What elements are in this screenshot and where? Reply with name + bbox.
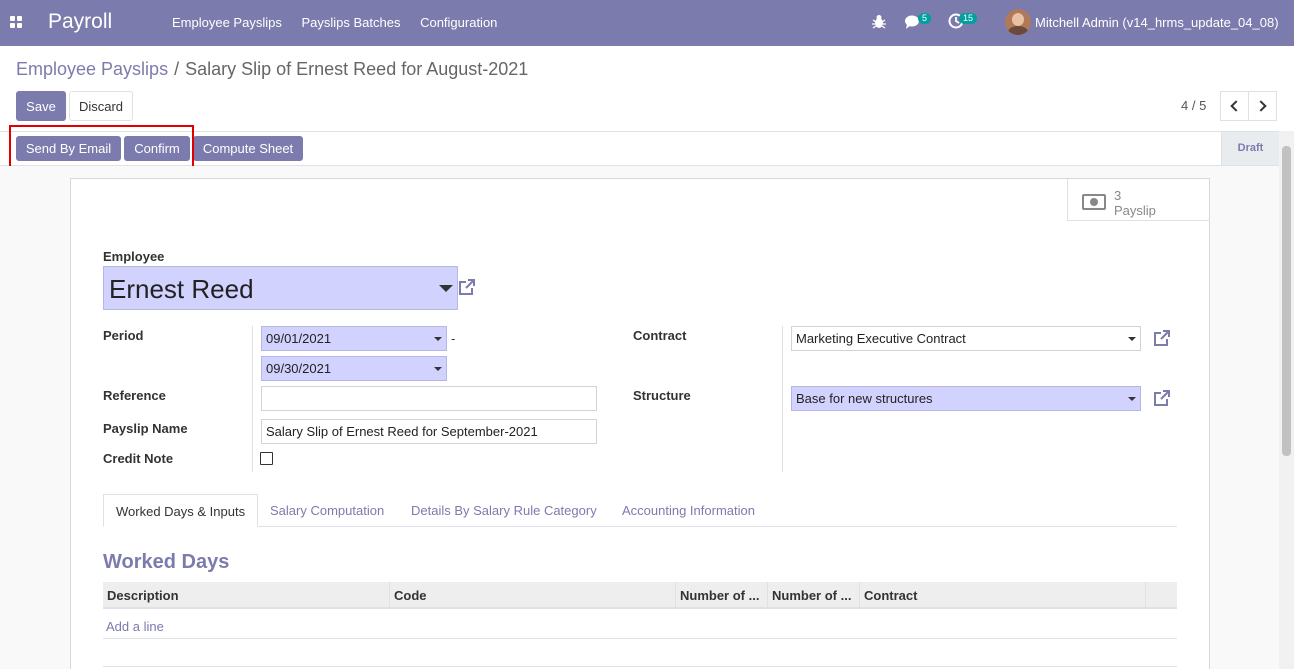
dropdown-caret-icon [1128, 397, 1136, 401]
smart-button-count: 3 [1114, 188, 1122, 203]
date-from-field[interactable]: 09/01/2021 [261, 326, 447, 351]
menu-payslips-batches[interactable]: Payslips Batches [301, 15, 400, 30]
period-separator: - [451, 331, 456, 346]
external-link-icon[interactable] [1153, 389, 1171, 407]
debug-bug-icon[interactable] [872, 14, 886, 30]
column-contract[interactable]: Contract [860, 582, 1146, 609]
tab-accounting-information[interactable]: Accounting Information [622, 494, 755, 527]
table-header: Description Code Number of ... Number of… [103, 582, 1177, 609]
period-label: Period [103, 328, 144, 343]
right-group-separator [782, 326, 783, 472]
pager-value[interactable]: 4 / 5 [1181, 98, 1206, 113]
structure-value: Base for new structures [796, 391, 933, 406]
payslip-name-label: Payslip Name [103, 421, 188, 436]
contract-label: Contract [633, 328, 687, 343]
breadcrumb-separator: / [174, 59, 180, 79]
app-brand[interactable]: Payroll [48, 10, 112, 34]
chevron-left-icon [1230, 100, 1242, 112]
payslip-name-field[interactable]: Salary Slip of Ernest Reed for September… [261, 419, 597, 444]
table-row-divider [103, 666, 1177, 667]
date-to-field[interactable]: 09/30/2021 [261, 356, 447, 381]
user-menu[interactable]: Mitchell Admin (v14_hrms_update_04_08) [1035, 15, 1279, 30]
main-menu: Employee Payslips Payslips Batches Confi… [172, 15, 513, 30]
form-sheet: 3 Payslip Employee Ernest Reed Period 09… [70, 178, 1210, 669]
user-avatar[interactable] [1005, 9, 1031, 35]
employee-value: Ernest Reed [109, 274, 254, 304]
date-to-value: 09/30/2021 [266, 361, 332, 376]
save-button[interactable]: Save [16, 91, 66, 121]
top-navbar: Payroll Employee Payslips Payslips Batch… [0, 0, 1294, 46]
column-number-of-days[interactable]: Number of ... [676, 582, 768, 609]
menu-employee-payslips[interactable]: Employee Payslips [172, 15, 282, 30]
contract-value: Marketing Executive Contract [796, 331, 966, 346]
worked-days-title: Worked Days [103, 551, 230, 573]
dropdown-caret-icon [439, 285, 453, 292]
breadcrumb: Employee Payslips / Salary Slip of Ernest … [16, 59, 528, 80]
pager-next-button[interactable] [1248, 91, 1277, 121]
structure-field[interactable]: Base for new structures [791, 386, 1141, 411]
smart-button-label: Payslip [1114, 203, 1156, 218]
dropdown-caret-icon [434, 367, 442, 371]
apps-menu-icon[interactable] [10, 16, 23, 29]
chevron-right-icon [1255, 100, 1267, 112]
date-from-value: 09/01/2021 [266, 331, 332, 346]
credit-note-checkbox[interactable] [260, 452, 273, 465]
employee-field[interactable]: Ernest Reed [103, 266, 458, 310]
scrollbar-thumb[interactable] [1282, 146, 1291, 456]
vertical-scrollbar[interactable] [1279, 131, 1294, 669]
external-link-icon[interactable] [458, 278, 476, 296]
activities-badge: 15 [959, 13, 978, 24]
breadcrumb-parent-link[interactable]: Employee Payslips [16, 59, 168, 79]
pager-previous-button[interactable] [1220, 91, 1249, 121]
column-code[interactable]: Code [390, 582, 676, 609]
tab-details-by-salary-rule-category[interactable]: Details By Salary Rule Category [411, 494, 597, 527]
employee-label: Employee [103, 249, 165, 264]
table-row-divider [103, 638, 1177, 639]
contract-field[interactable]: Marketing Executive Contract [791, 326, 1141, 351]
dropdown-caret-icon [434, 337, 442, 341]
external-link-icon[interactable] [1153, 329, 1171, 347]
tab-worked-days-inputs[interactable]: Worked Days & Inputs [103, 494, 259, 527]
column-description[interactable]: Description [103, 582, 390, 609]
left-group-separator [252, 326, 253, 472]
reference-field[interactable] [261, 386, 597, 411]
column-number-of-hours[interactable]: Number of ... [768, 582, 860, 609]
menu-configuration[interactable]: Configuration [420, 15, 497, 30]
status-draft[interactable]: Draft [1221, 132, 1279, 165]
compute-sheet-button[interactable]: Compute Sheet [193, 136, 303, 161]
breadcrumb-current: Salary Slip of Ernest Reed for August-20… [185, 59, 529, 79]
discard-button[interactable]: Discard [69, 91, 133, 121]
credit-note-label: Credit Note [103, 451, 174, 466]
reference-label: Reference [103, 388, 166, 403]
notebook-tabs: Worked Days & Inputs Salary Computation … [103, 494, 1177, 527]
payslip-smart-button[interactable]: 3 Payslip [1067, 179, 1210, 221]
structure-label: Structure [633, 388, 691, 403]
money-icon [1082, 194, 1106, 210]
add-a-line-link[interactable]: Add a line [106, 619, 164, 634]
messages-badge: 5 [918, 13, 932, 24]
tab-salary-computation[interactable]: Salary Computation [270, 494, 384, 527]
dropdown-caret-icon [1128, 337, 1136, 341]
